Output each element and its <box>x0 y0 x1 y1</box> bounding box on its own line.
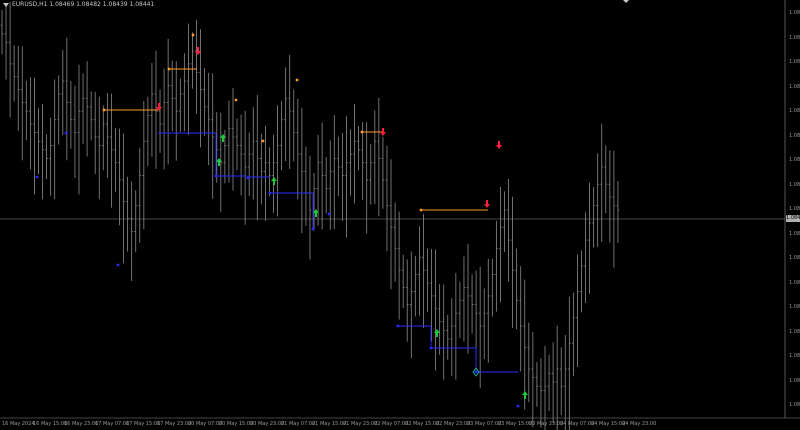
price-tick-label: 1.0861 <box>789 132 800 139</box>
swing-high-dot <box>261 139 265 143</box>
time-tick-label: 20 May 15:00 <box>219 421 254 427</box>
time-tick-label: 16 May 2024 <box>2 421 35 427</box>
swing-low-dot <box>516 404 520 408</box>
symbol-label: EURUSD,H1 <box>12 1 48 8</box>
price-tick-label: 1.0828 <box>789 279 800 286</box>
time-tick-label: 23 May 15:00 <box>498 421 533 427</box>
time-tick-label: 22 May 23:00 <box>436 421 471 427</box>
time-tick-label: 21 May 23:00 <box>343 421 378 427</box>
time-tick-label: 17 May 23:00 <box>157 421 192 427</box>
swing-low-dot <box>64 131 68 135</box>
price-tick-label: 1.0822 <box>789 304 800 310</box>
price-tick-label: 1.0855 <box>789 157 800 163</box>
swing-low-dot <box>474 370 478 374</box>
chart-header: EURUSD,H1 1.08469 1.08482 1.08439 1.0844… <box>3 1 154 8</box>
price-tick-label: 1.0866 <box>789 108 800 114</box>
price-tick-label: 1.0817 <box>789 328 800 335</box>
price-tick-label: 1.0839 <box>789 230 800 237</box>
swing-low-dot <box>116 263 120 267</box>
time-tick-label: 20 May 23:00 <box>250 421 285 427</box>
time-tick-label: 23 May 07:00 <box>467 421 502 427</box>
swing-high-dot <box>360 130 364 134</box>
swing-high-dot <box>295 78 299 82</box>
time-tick-label: 23 May 23:00 <box>529 421 564 427</box>
swing-low-dot <box>214 174 218 178</box>
price-tick-label: 1.0806 <box>789 377 800 384</box>
swing-low-dot <box>35 175 39 179</box>
price-tick-label: 1.0811 <box>789 353 800 359</box>
swing-low-dot <box>396 324 400 328</box>
time-tick-label: 24 May 15:00 <box>591 421 626 427</box>
time-tick-label: 22 May 07:00 <box>374 421 409 427</box>
swing-high-dot <box>419 208 423 212</box>
swing-low-dot <box>268 191 272 195</box>
time-tick-label: 22 May 15:00 <box>405 421 440 427</box>
time-tick-label: 24 May 07:00 <box>560 421 595 427</box>
time-tick-label: 20 May 07:00 <box>188 421 223 427</box>
swing-low-dot <box>311 227 315 231</box>
price-tick-label: 1.0850 <box>789 181 800 188</box>
swing-high-dot <box>234 98 238 102</box>
price-tick-label: 1.0888 <box>789 10 800 16</box>
price-tick-label: 1.0871 <box>789 83 800 90</box>
time-tick-label: 17 May 15:00 <box>126 421 161 427</box>
price-chart[interactable]: EURUSD,H1 1.08469 1.08482 1.08439 1.0844… <box>0 0 800 430</box>
swing-low-dot <box>429 346 433 350</box>
swing-high-dot <box>191 33 195 37</box>
time-tick-label: 24 May 23:00 <box>622 421 657 427</box>
price-tick-label: 1.0800 <box>789 402 800 408</box>
swing-low-dot <box>327 212 331 216</box>
time-tick-label: 21 May 07:00 <box>281 421 316 427</box>
swing-low-dot <box>246 176 250 180</box>
symbol-menu-icon[interactable] <box>3 2 9 7</box>
price-tick-label: 1.0833 <box>789 255 800 261</box>
swing-high-dot <box>102 108 106 112</box>
time-tick-label: 16 May 23:00 <box>64 421 99 427</box>
chart-canvas[interactable] <box>0 0 800 430</box>
price-tick-label: 1.0844 <box>789 206 800 212</box>
price-tick-label: 1.0882 <box>789 34 800 41</box>
swing-high-dot <box>167 67 171 71</box>
current-price-tag: 1.0844 <box>786 215 800 222</box>
time-tick-label: 21 May 15:00 <box>312 421 347 427</box>
time-tick-label: 17 May 07:00 <box>95 421 130 427</box>
price-tick-label: 1.0877 <box>789 59 800 65</box>
time-tick-label: 16 May 15:00 <box>33 421 68 427</box>
ohlc-label: 1.08469 1.08482 1.08439 1.08441 <box>49 1 155 8</box>
plot-area[interactable] <box>0 0 785 418</box>
